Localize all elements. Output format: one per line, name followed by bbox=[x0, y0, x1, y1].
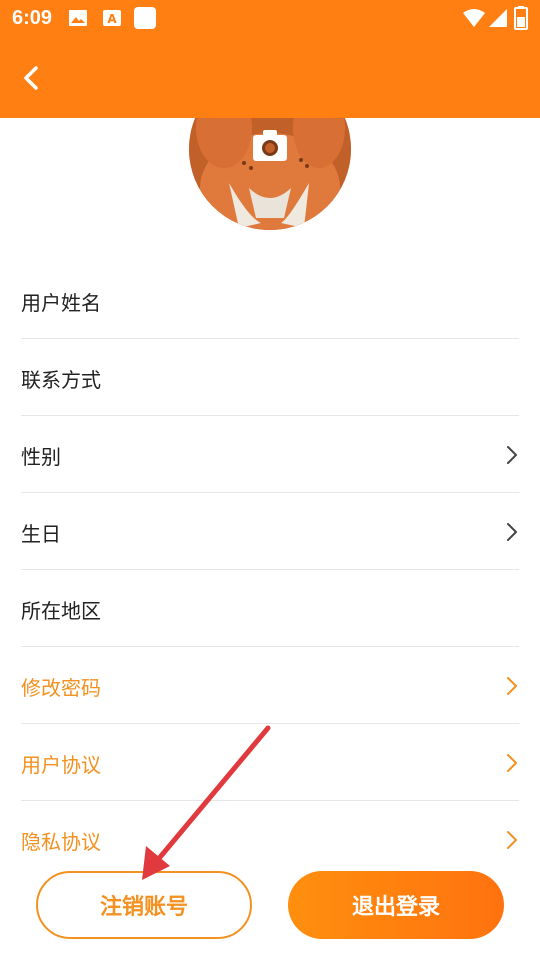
list-item-region[interactable]: 所在地区 bbox=[21, 570, 519, 647]
list-item-label: 生日 bbox=[21, 522, 61, 546]
chevron-right-icon bbox=[507, 523, 517, 541]
cancel-account-button[interactable]: 注销账号 bbox=[36, 871, 252, 939]
list-item-contact[interactable]: 联系方式 bbox=[21, 339, 519, 416]
screen: 6:09 A 个人信息 bbox=[0, 0, 540, 960]
wifi-icon bbox=[463, 9, 485, 27]
chevron-right-icon bbox=[507, 446, 517, 464]
chevron-right-icon bbox=[507, 754, 517, 772]
header-overlap bbox=[180, 40, 360, 118]
list-item-label: 隐私协议 bbox=[21, 830, 101, 854]
a-badge-icon: A bbox=[103, 10, 121, 26]
camera-icon[interactable] bbox=[252, 128, 288, 162]
svg-text:A: A bbox=[107, 12, 117, 26]
list-item-username[interactable]: 用户姓名 bbox=[21, 262, 519, 339]
chevron-right-icon bbox=[507, 831, 517, 849]
chevron-right-icon bbox=[507, 677, 517, 695]
status-time: 6:09 bbox=[12, 7, 53, 29]
list-item-user-agreement[interactable]: 用户协议 bbox=[21, 724, 519, 801]
list-item-label: 性别 bbox=[21, 445, 61, 469]
list-item-birthday[interactable]: 生日 bbox=[21, 493, 519, 570]
logout-button[interactable]: 退出登录 bbox=[288, 871, 504, 939]
list-item-label: 联系方式 bbox=[21, 368, 101, 392]
list-item-label: 所在地区 bbox=[21, 599, 101, 623]
signal-icon bbox=[489, 9, 507, 27]
list-item-label: 用户姓名 bbox=[21, 291, 101, 315]
list-item-label: 用户协议 bbox=[21, 753, 101, 777]
image-icon bbox=[69, 10, 87, 26]
app-square-icon bbox=[134, 7, 156, 29]
list-item-change-password[interactable]: 修改密码 bbox=[21, 647, 519, 724]
list-item-label: 修改密码 bbox=[21, 676, 101, 700]
status-bar: 6:09 A bbox=[0, 0, 540, 40]
list-item-privacy-agreement[interactable]: 隐私协议 bbox=[21, 801, 519, 878]
battery-icon bbox=[514, 6, 528, 30]
list-item-gender[interactable]: 性别 bbox=[21, 416, 519, 493]
profile-list: 用户姓名 联系方式 性别 生日 所在地区 修改密码 用户协议 隐私协议 bbox=[21, 262, 519, 878]
